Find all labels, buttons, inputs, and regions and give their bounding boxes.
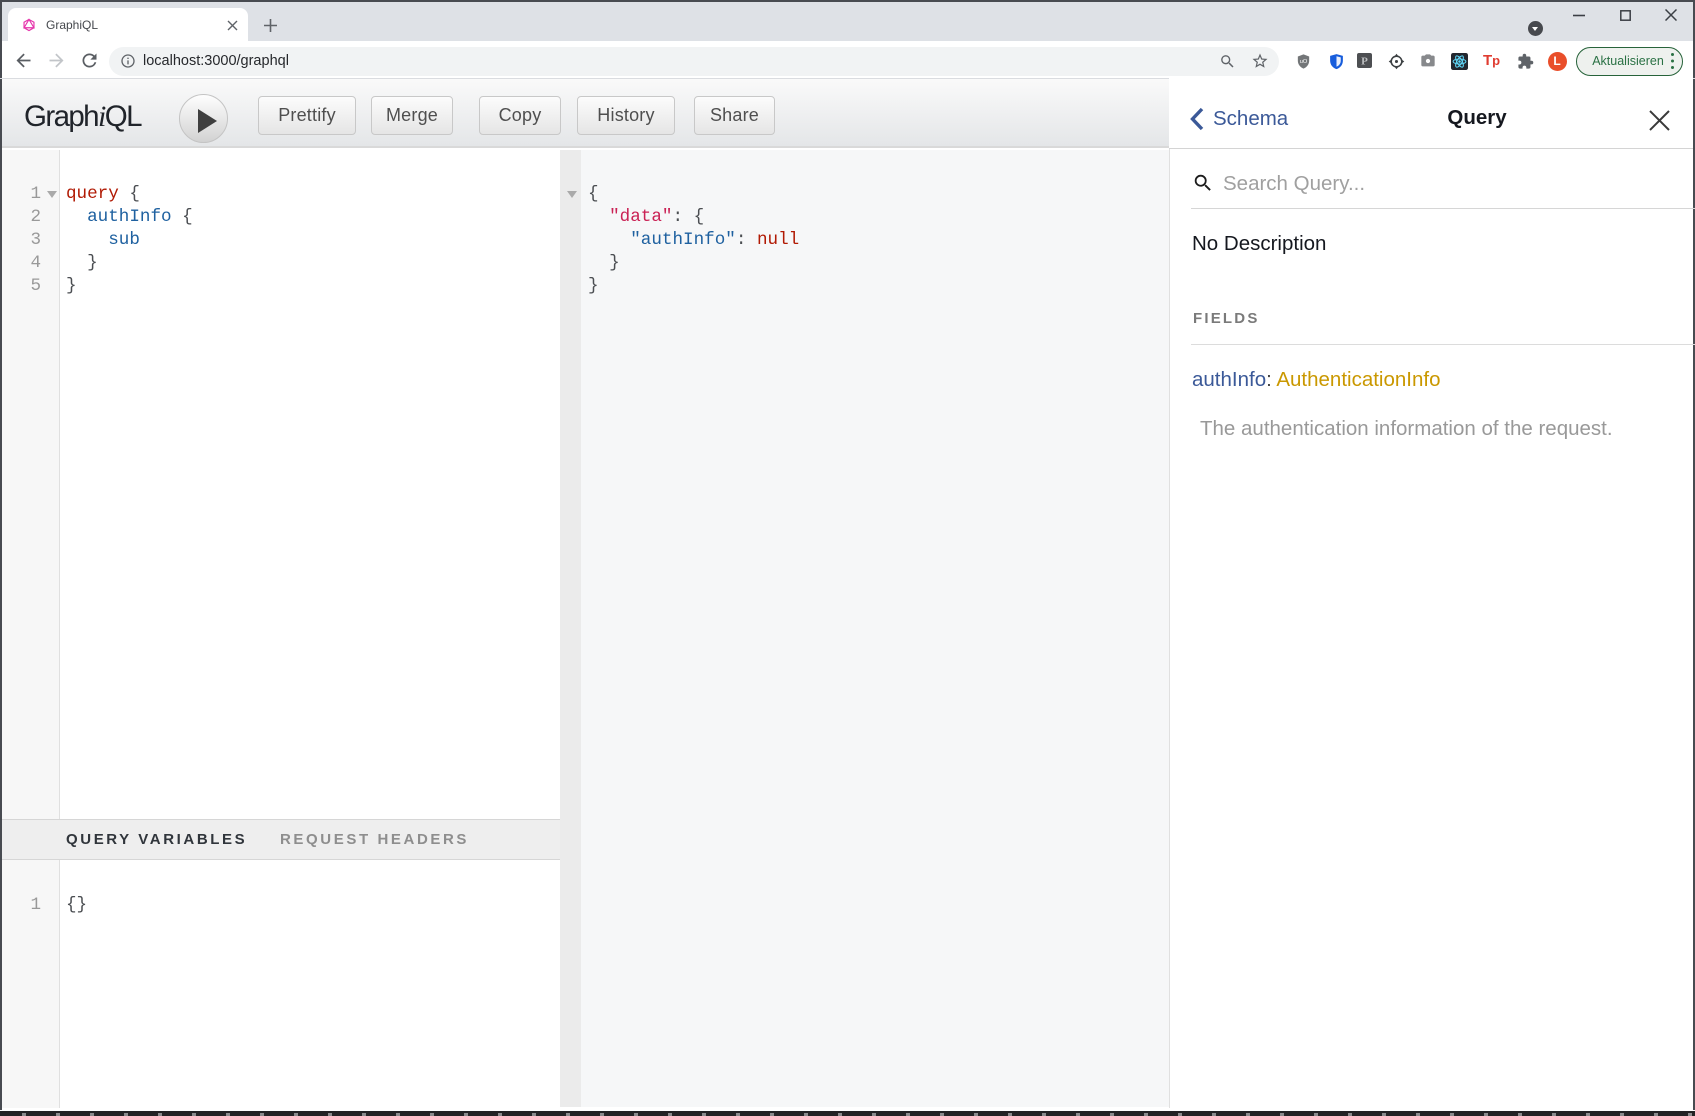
svg-text:P: P (1361, 56, 1368, 68)
svg-text:uO: uO (1300, 58, 1308, 64)
